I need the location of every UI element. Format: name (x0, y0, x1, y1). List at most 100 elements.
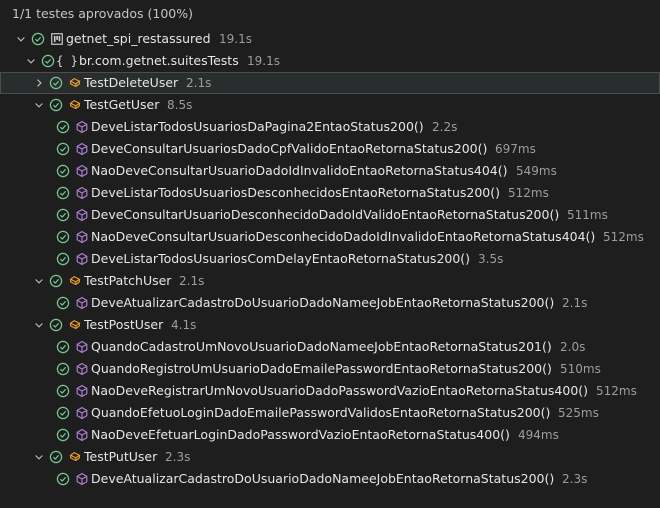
test-method-row[interactable]: NaoDeveConsultarUsuarioDadoIdInvalidoEnt… (0, 160, 660, 182)
chevron-down-icon[interactable] (32, 94, 46, 116)
passed-check-icon (55, 182, 71, 204)
test-label: DeveConsultarUsuarioDesconhecidoDadoIdVa… (91, 207, 560, 222)
passed-check-icon (40, 50, 56, 72)
test-duration: 19.1s (247, 54, 280, 68)
test-project-row[interactable]: getnet_spi_restassured 19.1s (0, 28, 660, 50)
test-duration: 19.1s (219, 32, 252, 46)
test-duration: 525ms (558, 406, 599, 420)
test-class-row[interactable]: TestPutUser 2.3s (0, 446, 660, 468)
test-duration: 512ms (596, 384, 637, 398)
test-label: DeveAtualizarCadastroDoUsuarioDadoNameeJ… (91, 471, 555, 486)
passed-check-icon (55, 424, 71, 446)
passed-check-icon (55, 468, 71, 490)
chevron-down-icon[interactable] (32, 314, 46, 336)
test-label: NaoDeveEfetuarLoginDadoPasswordVazioEnta… (91, 427, 510, 442)
test-method-row[interactable]: NaoDeveConsultarUsuarioDesconhecidoDadoI… (0, 226, 660, 248)
passed-check-icon (55, 380, 71, 402)
test-duration: 4.1s (171, 318, 197, 332)
test-label: NaoDeveConsultarUsuarioDadoIdInvalidoEnt… (91, 163, 508, 178)
test-class-row[interactable]: TestPatchUser 2.1s (0, 270, 660, 292)
test-duration: 2.1s (186, 76, 212, 90)
test-label: DeveAtualizarCadastroDoUsuarioDadoNameeJ… (91, 295, 555, 310)
test-duration: 2.1s (179, 274, 205, 288)
test-method-row[interactable]: NaoDeveRegistrarUmNovoUsuarioDadoPasswor… (0, 380, 660, 402)
passed-check-icon (30, 28, 46, 50)
passed-check-icon (48, 94, 64, 116)
passed-check-icon (48, 314, 64, 336)
test-method-row[interactable]: QuandoEfetuoLoginDadoEmailePasswordValid… (0, 402, 660, 424)
test-duration: 2.2s (432, 120, 458, 134)
test-duration: 2.3s (562, 472, 588, 486)
class-icon (67, 270, 83, 292)
chevron-down-icon[interactable] (24, 50, 38, 72)
test-tree: getnet_spi_restassured 19.1s{ } br.com.get… (0, 28, 660, 490)
test-duration: 512ms (508, 186, 549, 200)
passed-check-icon (55, 358, 71, 380)
chevron-right-icon[interactable] (32, 72, 46, 94)
test-label: getnet_spi_restassured (66, 31, 211, 46)
test-label: DeveConsultarUsuariosDadoCpfValidoEntaoR… (91, 141, 488, 156)
test-class-row[interactable]: TestDeleteUser 2.1s (0, 72, 660, 94)
test-duration: 8.5s (167, 98, 193, 112)
test-method-row[interactable]: NaoDeveEfetuarLoginDadoPasswordVazioEnta… (0, 424, 660, 446)
test-method-row[interactable]: DeveAtualizarCadastroDoUsuarioDadoNameeJ… (0, 468, 660, 490)
test-duration: 2.3s (165, 450, 191, 464)
test-duration: 512ms (603, 230, 644, 244)
package-icon: { } (56, 54, 78, 68)
test-method-row[interactable]: QuandoCadastroUmNovoUsuarioDadoNameeJobE… (0, 336, 660, 358)
test-method-row[interactable]: DeveAtualizarCadastroDoUsuarioDadoNameeJ… (0, 292, 660, 314)
test-method-row[interactable]: DeveConsultarUsuariosDadoCpfValidoEntaoR… (0, 138, 660, 160)
method-icon (74, 182, 90, 204)
test-label: DeveListarTodosUsuariosComDelayEntaoReto… (91, 251, 471, 266)
method-icon (74, 358, 90, 380)
test-label: TestGetUser (84, 97, 160, 112)
method-icon (74, 116, 90, 138)
passed-check-icon (55, 248, 71, 270)
test-class-row[interactable]: TestPostUser 4.1s (0, 314, 660, 336)
test-duration: 3.5s (478, 252, 504, 266)
test-label: QuandoEfetuoLoginDadoEmailePasswordValid… (91, 405, 551, 420)
passed-check-icon (48, 270, 64, 292)
class-icon (67, 72, 83, 94)
test-package-row[interactable]: { } br.com.getnet.suitesTests 19.1s (0, 50, 660, 72)
test-method-row[interactable]: QuandoRegistroUmUsuarioDadoEmailePasswor… (0, 358, 660, 380)
chevron-down-icon[interactable] (32, 270, 46, 292)
passed-check-icon (55, 160, 71, 182)
test-duration: 697ms (495, 142, 536, 156)
chevron-down-icon[interactable] (32, 446, 46, 468)
passed-check-icon (55, 138, 71, 160)
test-label: DeveListarTodosUsuariosDesconhecidosEnta… (91, 185, 500, 200)
method-icon (74, 336, 90, 358)
passed-check-icon (55, 292, 71, 314)
test-label: br.com.getnet.suitesTests (79, 53, 239, 68)
test-method-row[interactable]: DeveListarTodosUsuariosDaPagina2EntaoSta… (0, 116, 660, 138)
test-duration: 2.1s (562, 296, 588, 310)
test-label: QuandoCadastroUmNovoUsuarioDadoNameeJobE… (91, 339, 552, 354)
passed-check-icon (48, 72, 64, 94)
passed-check-icon (55, 402, 71, 424)
method-icon (74, 380, 90, 402)
method-icon (74, 402, 90, 424)
test-label: NaoDeveRegistrarUmNovoUsuarioDadoPasswor… (91, 383, 589, 398)
test-method-row[interactable]: DeveConsultarUsuarioDesconhecidoDadoIdVa… (0, 204, 660, 226)
passed-check-icon (55, 204, 71, 226)
class-icon (67, 94, 83, 116)
method-icon (74, 226, 90, 248)
method-icon (74, 468, 90, 490)
test-duration: 2.0s (560, 340, 586, 354)
test-method-row[interactable]: DeveListarTodosUsuariosDesconhecidosEnta… (0, 182, 660, 204)
test-label: TestPatchUser (84, 273, 172, 288)
test-label: TestDeleteUser (84, 75, 179, 90)
passed-check-icon (55, 116, 71, 138)
test-class-row[interactable]: TestGetUser 8.5s (0, 94, 660, 116)
passed-check-icon (48, 446, 64, 468)
class-icon (67, 446, 83, 468)
chevron-down-icon[interactable] (14, 28, 28, 50)
project-icon (49, 28, 65, 50)
test-duration: 494ms (518, 428, 559, 442)
test-label: QuandoRegistroUmUsuarioDadoEmailePasswor… (91, 361, 552, 376)
method-icon (74, 248, 90, 270)
passed-check-icon (55, 226, 71, 248)
test-method-row[interactable]: DeveListarTodosUsuariosComDelayEntaoReto… (0, 248, 660, 270)
test-summary: 1/1 testes aprovados (100%) (12, 6, 193, 21)
